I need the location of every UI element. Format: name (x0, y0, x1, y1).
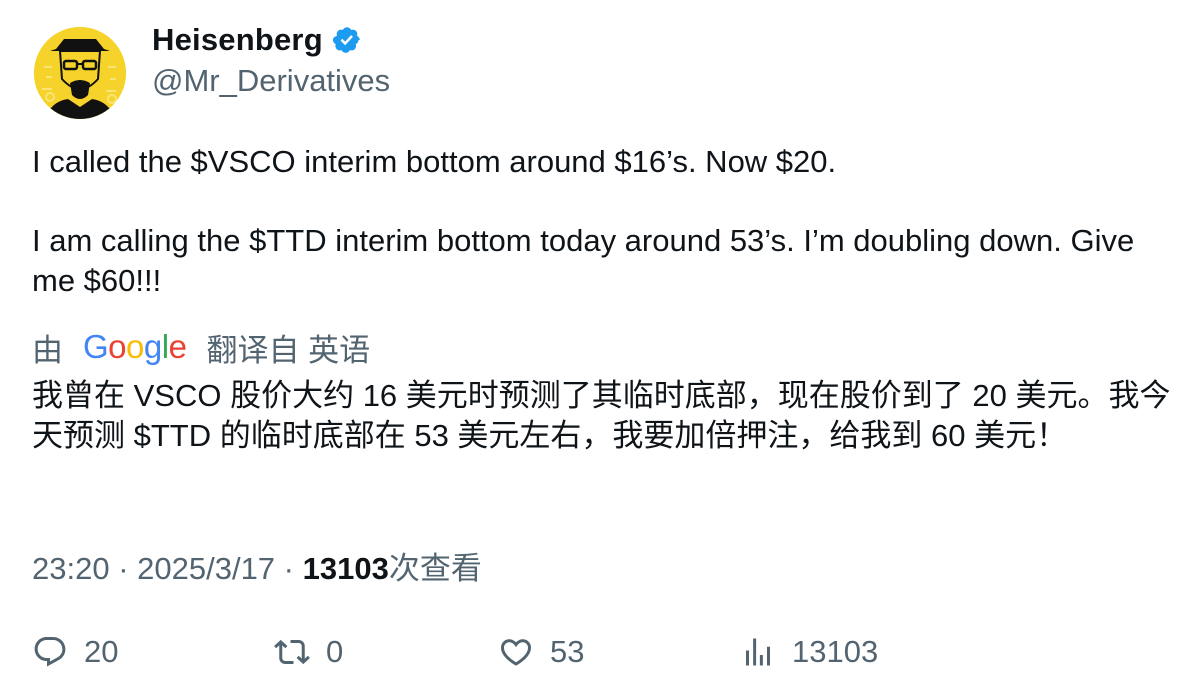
meta-separator: · (275, 551, 303, 586)
verified-badge-icon[interactable] (332, 25, 362, 55)
author-name-text: Heisenberg (152, 22, 323, 57)
post-time[interactable]: 23:20 (32, 551, 110, 586)
translation-attribution[interactable]: 由 Google 翻译自 英语 (32, 327, 371, 368)
post-meta: 23:20 · 2025/3/17 · 13103次查看 (32, 543, 482, 588)
translation-suffix: 翻译自 英语 (206, 332, 371, 368)
avatar-image (34, 27, 126, 119)
action-bar: 20 0 53 13103 (0, 630, 1196, 678)
translation-prefix: 由 (32, 332, 63, 368)
translated-text: 我曾在 VSCO 股价大约 16 美元时预测了其临时底部，现在股价到了 20 美… (32, 378, 1171, 453)
post-paragraph: I called the $VSCO interim bottom around… (32, 144, 837, 179)
views-count: 13103 (302, 551, 389, 586)
author-name[interactable]: Heisenberg (152, 22, 362, 58)
post-paragraph: I am calling the $TTD interim bottom tod… (32, 223, 1135, 298)
like-count: 53 (550, 634, 585, 669)
reply-button[interactable]: 20 (32, 630, 118, 674)
views-label: 次查看 (388, 551, 482, 586)
reply-icon (34, 637, 66, 667)
views-action-count: 13103 (792, 634, 879, 669)
views-button[interactable]: 13103 (740, 630, 878, 674)
repost-icon (274, 639, 310, 665)
author-handle[interactable]: @Mr_Derivatives (152, 63, 390, 99)
reply-count: 20 (84, 634, 119, 669)
repost-button[interactable]: 0 (274, 630, 343, 674)
views-chart-icon (746, 638, 770, 666)
repost-count: 0 (326, 634, 344, 669)
meta-separator: · (109, 551, 138, 586)
google-logo: Google (83, 328, 187, 365)
like-button[interactable]: 53 (498, 630, 584, 674)
post-text: I called the $VSCO interim bottom around… (32, 142, 1162, 301)
avatar[interactable] (34, 27, 126, 119)
like-icon (500, 639, 532, 666)
post-date[interactable]: 2025/3/17 (137, 551, 275, 586)
